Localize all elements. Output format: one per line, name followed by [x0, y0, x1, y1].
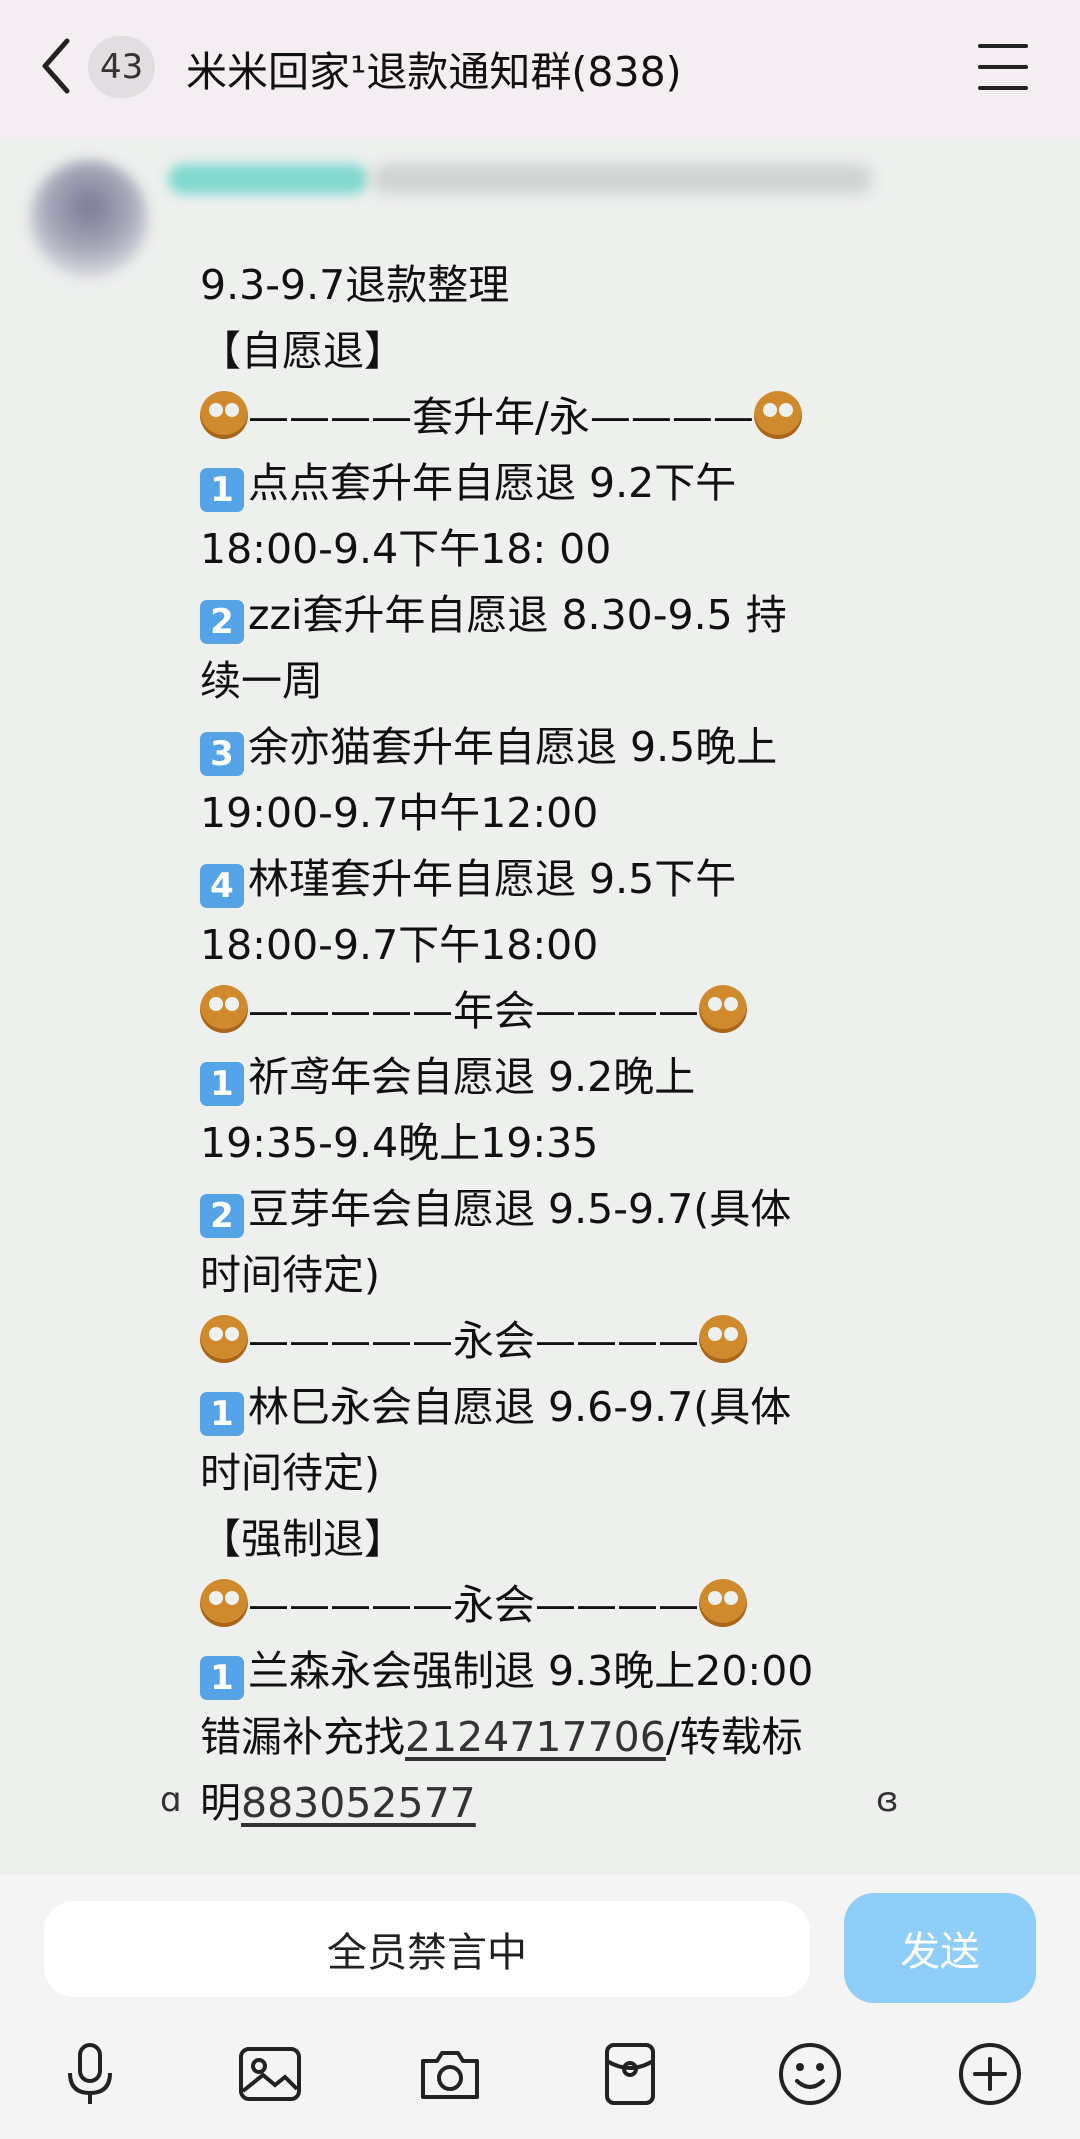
message-text: 余亦猫套升年自愿退 9.5晚上 [248, 723, 778, 771]
quote-open-icon: ɑ [160, 1780, 182, 1820]
message-line: 明883052577 [200, 1770, 880, 1836]
message-line: 时间待定) [200, 1242, 880, 1308]
keycap-number-icon: 1 [200, 1392, 244, 1436]
message-line: —————永会———— [200, 1572, 880, 1638]
emoji-icon[interactable] [775, 2039, 845, 2109]
pretzel-icon [200, 391, 248, 439]
keycap-number-icon: 2 [200, 600, 244, 644]
menu-icon [978, 44, 1028, 48]
pretzel-icon [699, 985, 747, 1033]
message-text: —————年会———— [248, 987, 699, 1035]
message-text: 林瑾套升年自愿退 9.5下午 [248, 855, 737, 903]
message-text: 9.3-9.7退款整理 [200, 261, 510, 309]
pretzel-icon [699, 1315, 747, 1363]
message-text: 祈鸢年会自愿退 9.2晚上 [248, 1053, 696, 1101]
message-text: 明 [200, 1779, 241, 1827]
message-text: 林巳永会自愿退 9.6-9.7(具体 [248, 1383, 792, 1431]
message-text: —————永会———— [248, 1317, 699, 1365]
message-line: 【自愿退】 [200, 318, 880, 384]
message-line: 时间待定) [200, 1440, 880, 1506]
keycap-number-icon: 1 [200, 468, 244, 512]
keycap-number-icon: 2 [200, 1194, 244, 1238]
camera-icon[interactable] [415, 2039, 485, 2109]
message-line: 1 林巳永会自愿退 9.6-9.7(具体 [200, 1374, 880, 1440]
message-line: 9.3-9.7退款整理 [200, 252, 880, 318]
plus-icon[interactable] [955, 2039, 1025, 2109]
pretzel-icon [200, 1315, 248, 1363]
back-button[interactable] [36, 34, 76, 98]
red-packet-icon[interactable] [595, 2039, 665, 2109]
chat-header: 43 米米回家¹退款通知群(838) [0, 0, 1080, 138]
keycap-number-icon: 4 [200, 864, 244, 908]
message-text: /转载标 [665, 1713, 803, 1761]
message-text: 时间待定) [200, 1449, 380, 1497]
message-line: —————年会———— [200, 978, 880, 1044]
message-line: 1 兰森永会强制退 9.3晚上20:00 [200, 1638, 880, 1704]
qq-number-link[interactable]: 2124717706 [405, 1713, 666, 1761]
microphone-icon[interactable] [55, 2039, 125, 2109]
message-line: 4 林瑾套升年自愿退 9.5下午 [200, 846, 880, 912]
avatar[interactable] [30, 160, 148, 278]
message-line: 2 zzi套升年自愿退 8.30-9.5 持 [200, 582, 880, 648]
message-text: 18:00-9.4下午18: 00 [200, 525, 612, 573]
keycap-number-icon: 1 [200, 1062, 244, 1106]
message-text: 【强制退】 [200, 1515, 405, 1563]
message-text: 18:00-9.7下午18:00 [200, 921, 599, 969]
message-text: ————套升年/永———— [248, 393, 754, 441]
quote-close-icon: ɞ [876, 1780, 899, 1820]
message-line: ————套升年/永———— [200, 384, 880, 450]
send-button[interactable]: 发送 [844, 1893, 1036, 2003]
message-line: 1 祈鸢年会自愿退 9.2晚上 [200, 1044, 880, 1110]
message-line: 18:00-9.7下午18:00 [200, 912, 880, 978]
pretzel-icon [699, 1579, 747, 1627]
message-text: 19:00-9.7中午12:00 [200, 789, 599, 837]
input-bar: 全员禁言中 发送 [0, 1875, 1080, 2139]
qq-number-link[interactable]: 883052577 [241, 1779, 476, 1827]
toolbar [0, 2025, 1080, 2125]
message-text: 续一周 [200, 657, 323, 705]
message-text: 点点套升年自愿退 9.2下午 [248, 459, 737, 507]
message-line: 【强制退】 [200, 1506, 880, 1572]
message-line: 19:35-9.4晚上19:35 [200, 1110, 880, 1176]
chat-title: 米米回家¹退款通知群(838) [186, 48, 682, 96]
message-line: 19:00-9.7中午12:00 [200, 780, 880, 846]
message-text: 豆芽年会自愿退 9.5-9.7(具体 [248, 1185, 792, 1233]
message-text: zzi套升年自愿退 8.30-9.5 持 [248, 591, 787, 639]
keycap-number-icon: 3 [200, 732, 244, 776]
message-line: 18:00-9.4下午18: 00 [200, 516, 880, 582]
chevron-left-icon [42, 38, 70, 94]
unread-count-badge[interactable]: 43 [88, 36, 156, 98]
pretzel-icon [200, 985, 248, 1033]
message-text: 错漏补充找 [200, 1713, 405, 1761]
message-line: 2 豆芽年会自愿退 9.5-9.7(具体 [200, 1176, 880, 1242]
muted-notice: 全员禁言中 [44, 1901, 810, 1997]
keycap-number-icon: 1 [200, 1656, 244, 1700]
message-line: 错漏补充找2124717706/转载标 [200, 1704, 880, 1770]
message-text: 19:35-9.4晚上19:35 [200, 1119, 599, 1167]
image-icon[interactable] [235, 2039, 305, 2109]
message-text: 时间待定) [200, 1251, 380, 1299]
message-text: —————永会———— [248, 1581, 699, 1629]
message-line: 续一周 [200, 648, 880, 714]
message-line: 3 余亦猫套升年自愿退 9.5晚上 [200, 714, 880, 780]
message-text: 【自愿退】 [200, 327, 405, 375]
pretzel-icon [200, 1579, 248, 1627]
sender-meta [372, 164, 872, 194]
message-body: 9.3-9.7退款整理 【自愿退】 ————套升年/永———— 1 点点套升年自愿退 9… [200, 252, 880, 1836]
message-text: 兰森永会强制退 9.3晚上20:00 [248, 1647, 814, 1695]
message-line: 1 点点套升年自愿退 9.2下午 [200, 450, 880, 516]
sender-name [168, 164, 368, 194]
message-line: —————永会———— [200, 1308, 880, 1374]
pretzel-icon [753, 391, 802, 439]
menu-button[interactable] [978, 44, 1028, 90]
